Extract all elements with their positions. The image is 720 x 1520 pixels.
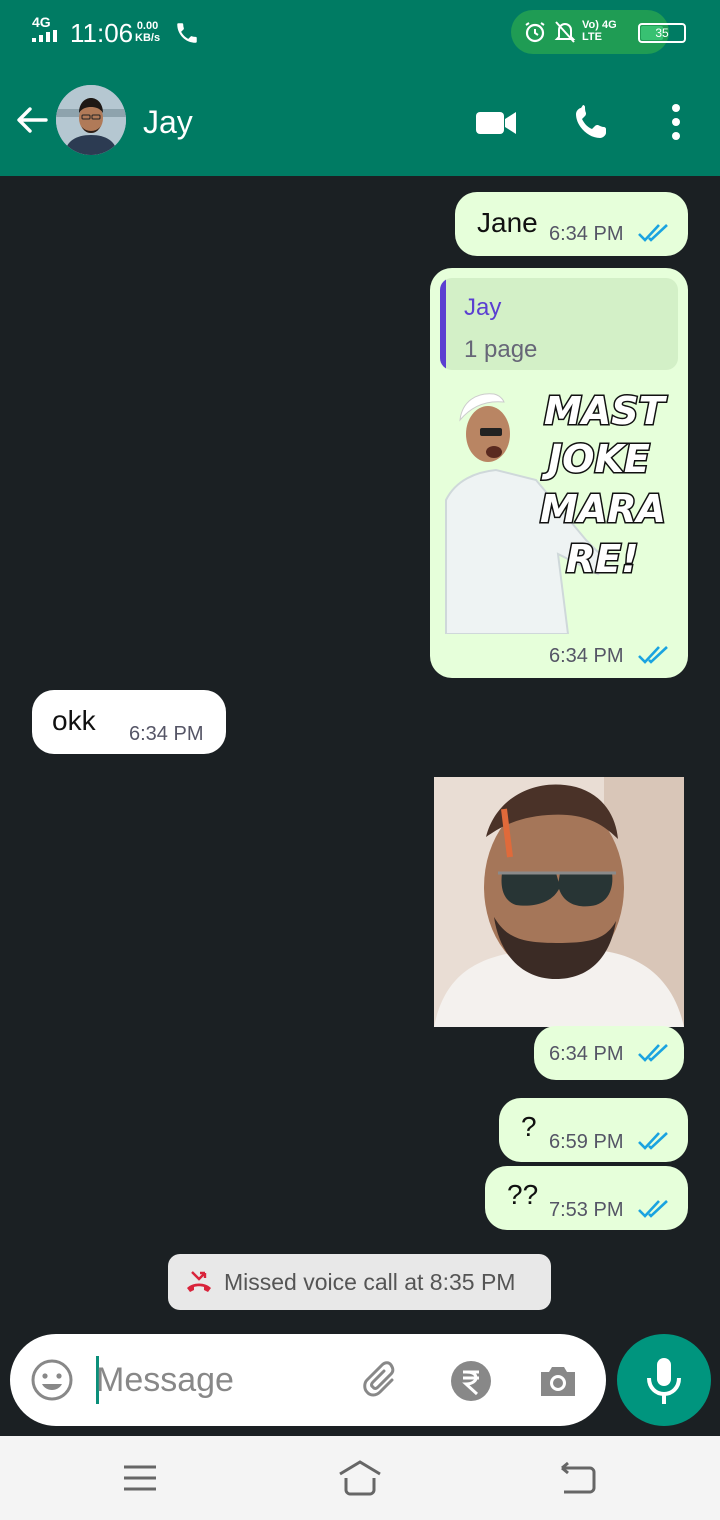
- volte-label: Vo): [582, 19, 599, 31]
- message-text: ?: [521, 1111, 537, 1142]
- sticker-text-line: MAST: [544, 389, 668, 433]
- read-ticks-icon: [638, 1044, 668, 1062]
- more-vertical-icon[interactable]: [654, 102, 698, 142]
- missed-call-icon: [187, 1271, 211, 1292]
- camera-icon[interactable]: [537, 1360, 579, 1402]
- message-bubble-outgoing[interactable]: ? 6:59 PM: [499, 1098, 688, 1162]
- speed-value: 0.00: [136, 20, 159, 32]
- speed-unit: KB/s: [135, 32, 161, 44]
- message-composer: [10, 1334, 606, 1426]
- chat-area[interactable]: Jane 6:34 PM Jay 1 page MAST JOKE MARA R…: [0, 176, 720, 1436]
- rupee-icon[interactable]: [450, 1360, 492, 1402]
- phone-icon[interactable]: [570, 102, 614, 142]
- message-input[interactable]: [96, 1356, 336, 1404]
- chat-header: Jay: [0, 66, 720, 176]
- recent-apps-icon[interactable]: [118, 1458, 162, 1498]
- message-bubble-outgoing[interactable]: Jay 1 page MAST JOKE MARA RE! 6:34 PM: [430, 268, 688, 678]
- read-ticks-icon: [638, 1200, 668, 1218]
- read-ticks-icon: [638, 1132, 668, 1150]
- message-time: 6:59 PM: [549, 1131, 624, 1153]
- back-nav-icon[interactable]: [556, 1458, 600, 1498]
- message-text: Jane: [477, 207, 538, 238]
- quoted-reply[interactable]: Jay 1 page: [440, 278, 678, 370]
- read-ticks-icon: [638, 646, 668, 664]
- message-time: 6:34 PM: [549, 645, 624, 667]
- sticker-text-line: JOKE: [541, 437, 650, 481]
- missed-call-notice[interactable]: Missed voice call at 8:35 PM: [168, 1254, 551, 1310]
- clock: 11:06: [70, 18, 134, 48]
- message-time: 7:53 PM: [549, 1199, 624, 1221]
- battery-level: 35: [655, 26, 669, 40]
- paperclip-icon[interactable]: [362, 1360, 404, 1402]
- emoji-icon[interactable]: [30, 1358, 74, 1402]
- message-time: 6:34 PM: [549, 1043, 624, 1065]
- mute-bell-icon: [554, 21, 576, 43]
- video-camera-icon[interactable]: [474, 102, 518, 142]
- message-bubble-outgoing[interactable]: 6:34 PM: [534, 1026, 684, 1080]
- network-type: 4G: [32, 14, 51, 30]
- avatar[interactable]: [56, 85, 126, 155]
- system-nav-bar: [0, 1436, 720, 1520]
- sticker-image[interactable]: MAST JOKE MARA RE!: [440, 380, 680, 634]
- message-text: okk: [52, 705, 96, 736]
- status-bar: 4G 11:06 0.00 KB/s Vo) 4G LTE 35: [0, 0, 720, 66]
- lte-indicator: Vo) 4G LTE: [582, 19, 617, 43]
- lte-bottom-label: LTE: [582, 31, 602, 43]
- message-bubble-incoming[interactable]: okk 6:34 PM: [32, 690, 226, 754]
- reply-preview: 1 page: [464, 336, 538, 363]
- network-speed: 0.00 KB/s: [135, 20, 160, 44]
- alarm-icon: [525, 22, 545, 43]
- battery-icon: 35: [638, 23, 686, 43]
- message-time: 6:34 PM: [129, 723, 204, 745]
- message-time: 6:34 PM: [549, 223, 624, 245]
- read-ticks-icon: [638, 224, 668, 242]
- missed-call-text: Missed voice call at 8:35 PM: [224, 1269, 516, 1295]
- microphone-button[interactable]: [617, 1334, 711, 1426]
- microphone-icon: [647, 1358, 681, 1404]
- call-status-icon: [177, 23, 197, 43]
- lte-top-label: 4G: [601, 19, 617, 31]
- home-icon[interactable]: [338, 1458, 382, 1498]
- signal-icon: [32, 30, 60, 42]
- sticker-image[interactable]: [434, 777, 684, 1027]
- arrow-left-icon[interactable]: [14, 102, 50, 138]
- message-text: ??: [507, 1179, 539, 1210]
- sticker-text-line: MARA: [540, 487, 666, 531]
- contact-name[interactable]: Jay: [143, 102, 193, 142]
- message-bubble-outgoing[interactable]: Jane 6:34 PM: [455, 192, 688, 256]
- message-bubble-outgoing[interactable]: ?? 7:53 PM: [485, 1166, 688, 1230]
- reply-author: Jay: [464, 294, 502, 321]
- reply-accent-bar: [440, 278, 446, 370]
- sticker-text-line: RE!: [566, 537, 639, 581]
